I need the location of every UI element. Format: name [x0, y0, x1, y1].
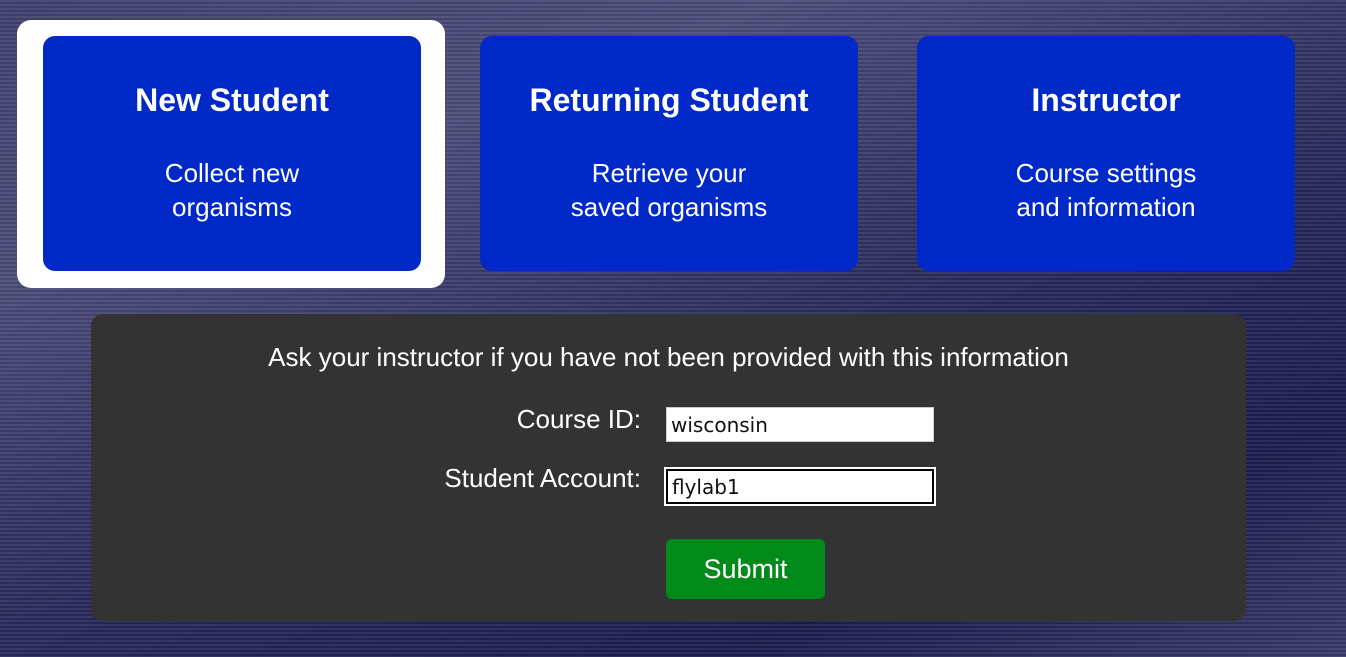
card-title: Returning Student [529, 82, 809, 118]
card-description-line: Retrieve your [591, 158, 747, 188]
login-panel: Ask your instructor if you have not been… [91, 314, 1246, 621]
course-id-input[interactable] [666, 407, 934, 442]
instruction-message: Ask your instructor if you have not been… [268, 342, 1069, 372]
card-description-line: Collect new [164, 158, 300, 188]
student-account-input[interactable] [666, 469, 934, 504]
submit-button[interactable]: Submit [666, 539, 825, 599]
card-description: Course settings and information [917, 156, 1295, 224]
card-title: Instructor [1031, 82, 1181, 118]
course-id-label: Course ID: [516, 404, 641, 434]
card-new-student-selection-frame: New Student Collect new organisms [17, 20, 445, 288]
card-description-line: organisms [172, 192, 292, 222]
card-description-line: saved organisms [570, 192, 768, 222]
card-description: Retrieve your saved organisms [480, 156, 858, 224]
card-title: New Student [135, 82, 329, 118]
new-student-button[interactable]: New Student Collect new organisms [43, 36, 421, 271]
card-returning-student-frame: Returning Student Retrieve your saved or… [454, 20, 882, 288]
student-account-label: Student Account: [444, 463, 641, 493]
card-description-line: and information [1016, 192, 1196, 222]
card-instructor-frame: Instructor Course settings and informati… [891, 20, 1319, 288]
card-description-line: Course settings [1015, 158, 1197, 188]
card-description: Collect new organisms [43, 156, 421, 224]
returning-student-button[interactable]: Returning Student Retrieve your saved or… [480, 36, 858, 271]
instructor-button[interactable]: Instructor Course settings and informati… [917, 36, 1295, 271]
